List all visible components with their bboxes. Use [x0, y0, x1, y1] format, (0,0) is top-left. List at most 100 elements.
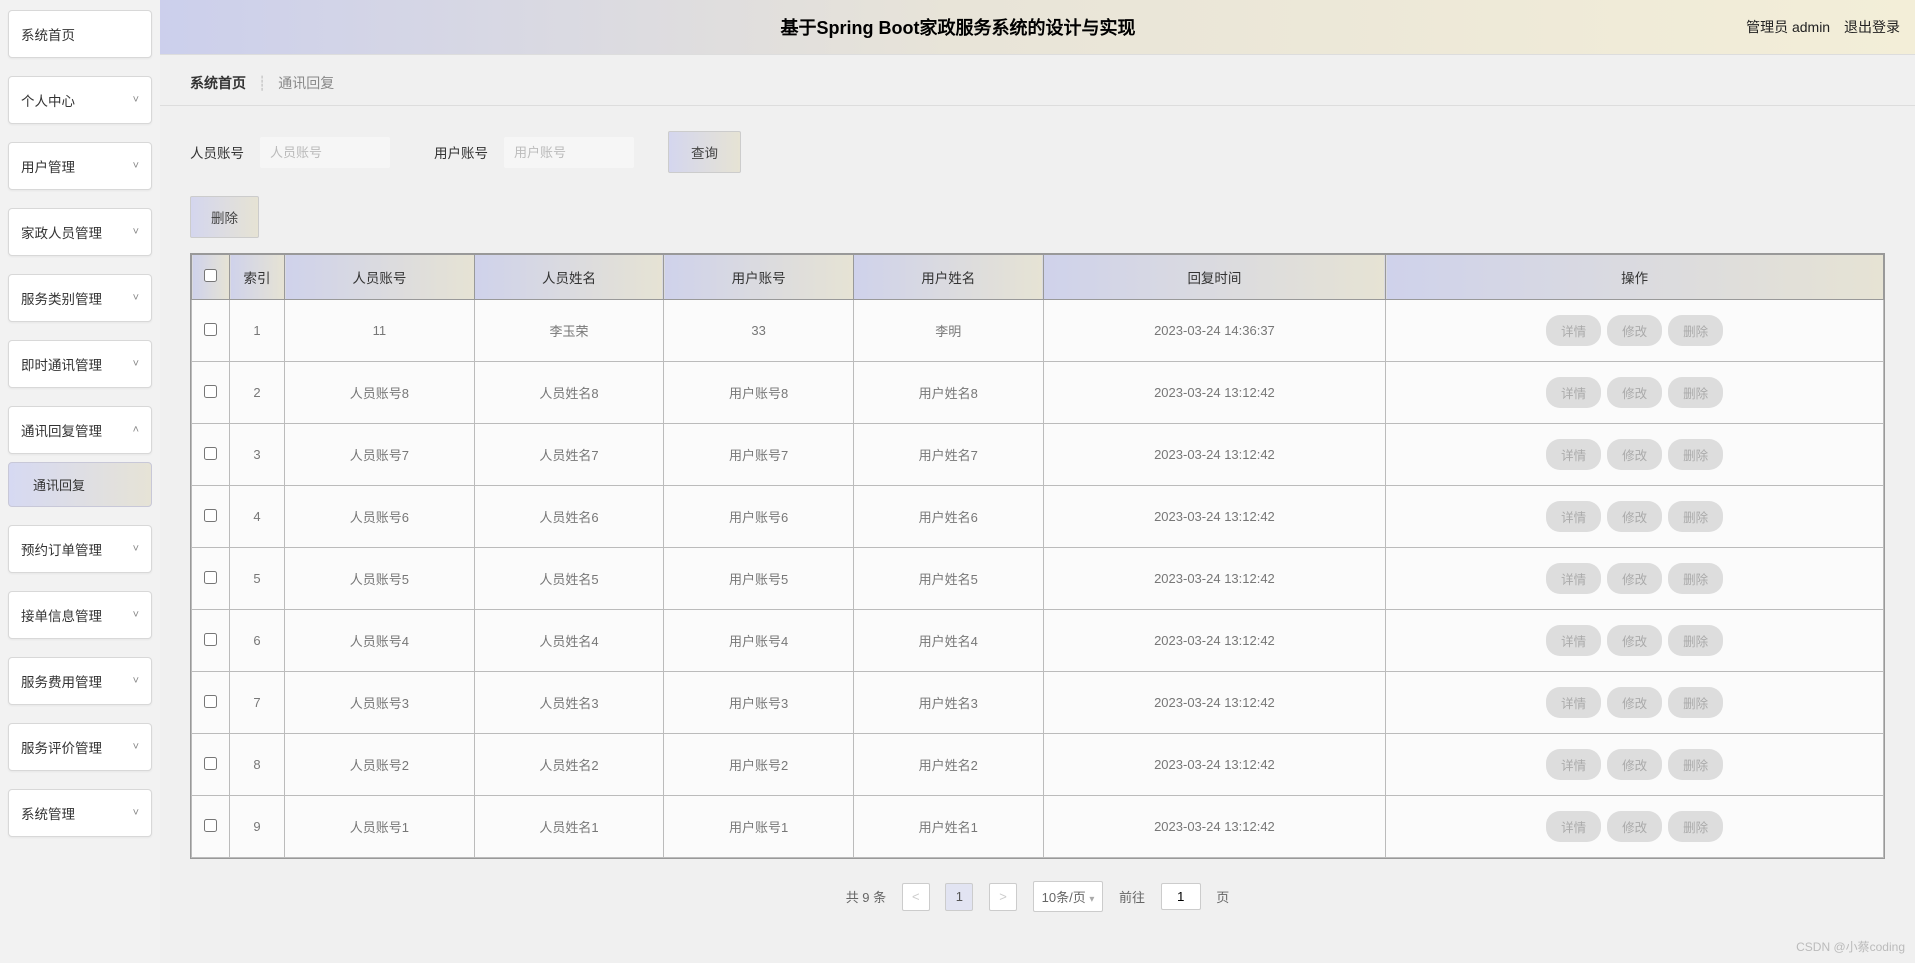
sidebar-item-label: 预约订单管理 — [21, 539, 102, 559]
detail-button[interactable]: 详情 — [1546, 315, 1601, 346]
sidebar-item-4[interactable]: 服务类别管理˅ — [8, 274, 152, 322]
select-all-checkbox[interactable] — [204, 269, 217, 282]
delete-button[interactable]: 删除 — [1668, 811, 1723, 842]
detail-button[interactable]: 详情 — [1546, 377, 1601, 408]
prev-page-button[interactable]: < — [902, 883, 930, 911]
detail-button[interactable]: 详情 — [1546, 563, 1601, 594]
cell-user_acc: 用户账号4 — [664, 610, 854, 672]
page-size-select[interactable]: 10条/页 ▾ — [1033, 881, 1104, 912]
cell-staff_name: 人员姓名5 — [474, 548, 664, 610]
bulk-delete-button[interactable]: 删除 — [190, 196, 259, 238]
cell-actions: 详情修改删除 — [1386, 672, 1884, 734]
row-checkbox[interactable] — [204, 509, 217, 522]
table-row: 111李玉荣33李明2023-03-24 14:36:37详情修改删除 — [192, 300, 1884, 362]
delete-button[interactable]: 删除 — [1668, 377, 1723, 408]
edit-button[interactable]: 修改 — [1607, 687, 1662, 718]
sidebar-item-10[interactable]: 服务评价管理˅ — [8, 723, 152, 771]
row-checkbox[interactable] — [204, 447, 217, 460]
cell-idx: 6 — [230, 610, 285, 672]
delete-button[interactable]: 删除 — [1668, 315, 1723, 346]
row-checkbox[interactable] — [204, 385, 217, 398]
sidebar-item-5[interactable]: 即时通讯管理˅ — [8, 340, 152, 388]
cell-time: 2023-03-24 13:12:42 — [1043, 548, 1386, 610]
chevron-down-icon: ˅ — [133, 807, 139, 819]
sidebar-item-1[interactable]: 个人中心 ˅ — [8, 76, 152, 124]
detail-button[interactable]: 详情 — [1546, 811, 1601, 842]
cell-staff_name: 人员姓名2 — [474, 734, 664, 796]
pagination: 共 9 条 < 1 > 10条/页 ▾ 前往 页 — [160, 869, 1915, 932]
row-checkbox[interactable] — [204, 571, 217, 584]
chevron-up-icon: ˄ — [133, 424, 139, 436]
row-checkbox[interactable] — [204, 757, 217, 770]
cell-user_acc: 33 — [664, 300, 854, 362]
page-number-1[interactable]: 1 — [945, 883, 973, 911]
table-row: 7人员账号3人员姓名3用户账号3用户姓名32023-03-24 13:12:42… — [192, 672, 1884, 734]
cell-actions: 详情修改删除 — [1386, 610, 1884, 672]
table-row: 2人员账号8人员姓名8用户账号8用户姓名82023-03-24 13:12:42… — [192, 362, 1884, 424]
cell-actions: 详情修改删除 — [1386, 486, 1884, 548]
cell-idx: 1 — [230, 300, 285, 362]
sidebar: 系统首页个人中心 ˅ 用户管理˅ 家政人员管理˅ 服务类别管理˅ 即时通讯管理˅ 通讯回复管… — [0, 0, 160, 963]
sidebar-submenu-item[interactable]: 通讯回复 — [8, 462, 152, 507]
delete-button[interactable]: 删除 — [1668, 687, 1723, 718]
edit-button[interactable]: 修改 — [1607, 625, 1662, 656]
cell-time: 2023-03-24 13:12:42 — [1043, 362, 1386, 424]
sidebar-item-label: 个人中心 — [21, 90, 75, 110]
edit-button[interactable]: 修改 — [1607, 811, 1662, 842]
edit-button[interactable]: 修改 — [1607, 439, 1662, 470]
logout-link[interactable]: 退出登录 — [1844, 19, 1900, 35]
cell-idx: 4 — [230, 486, 285, 548]
delete-button[interactable]: 删除 — [1668, 625, 1723, 656]
goto-page-input[interactable] — [1161, 883, 1201, 910]
cell-time: 2023-03-24 13:12:42 — [1043, 424, 1386, 486]
query-button[interactable]: 查询 — [668, 131, 741, 173]
cell-staff_acc: 人员账号4 — [285, 610, 475, 672]
cell-staff_acc: 人员账号6 — [285, 486, 475, 548]
sidebar-item-8[interactable]: 接单信息管理˅ — [8, 591, 152, 639]
edit-button[interactable]: 修改 — [1607, 501, 1662, 532]
cell-user_name: 用户姓名7 — [853, 424, 1043, 486]
sidebar-item-3[interactable]: 家政人员管理˅ — [8, 208, 152, 256]
cell-actions: 详情修改删除 — [1386, 424, 1884, 486]
sidebar-item-0[interactable]: 系统首页 — [8, 10, 152, 58]
detail-button[interactable]: 详情 — [1546, 625, 1601, 656]
sidebar-item-label: 服务评价管理 — [21, 737, 102, 757]
chevron-down-icon: ▾ — [1089, 894, 1094, 905]
row-checkbox[interactable] — [204, 695, 217, 708]
edit-button[interactable]: 修改 — [1607, 377, 1662, 408]
breadcrumb-home[interactable]: 系统首页 — [190, 75, 246, 91]
cell-staff_name: 人员姓名3 — [474, 672, 664, 734]
sidebar-item-2[interactable]: 用户管理˅ — [8, 142, 152, 190]
col-header-3: 用户账号 — [664, 255, 854, 300]
user-filter-input[interactable] — [504, 137, 634, 168]
cell-staff_acc: 11 — [285, 300, 475, 362]
breadcrumb: 系统首页 ┊ 通讯回复 — [160, 55, 1915, 106]
delete-button[interactable]: 删除 — [1668, 563, 1723, 594]
delete-button[interactable]: 删除 — [1668, 501, 1723, 532]
sidebar-item-11[interactable]: 系统管理˅ — [8, 789, 152, 837]
app-title: 基于Spring Boot家政服务系统的设计与实现 — [180, 14, 1736, 40]
edit-button[interactable]: 修改 — [1607, 315, 1662, 346]
delete-button[interactable]: 删除 — [1668, 749, 1723, 780]
main-content: 系统首页 ┊ 通讯回复 人员账号 用户账号 查询 删除 索引人员账号人员姓名用户… — [160, 55, 1915, 932]
sidebar-item-6[interactable]: 通讯回复管理˄ — [8, 406, 152, 454]
detail-button[interactable]: 详情 — [1546, 749, 1601, 780]
detail-button[interactable]: 详情 — [1546, 501, 1601, 532]
detail-button[interactable]: 详情 — [1546, 687, 1601, 718]
row-checkbox[interactable] — [204, 819, 217, 832]
cell-time: 2023-03-24 13:12:42 — [1043, 796, 1386, 858]
detail-button[interactable]: 详情 — [1546, 439, 1601, 470]
delete-button[interactable]: 删除 — [1668, 439, 1723, 470]
edit-button[interactable]: 修改 — [1607, 749, 1662, 780]
next-page-button[interactable]: > — [989, 883, 1017, 911]
sidebar-item-9[interactable]: 服务费用管理˅ — [8, 657, 152, 705]
user-role-label[interactable]: 管理员 admin — [1746, 19, 1830, 35]
chevron-down-icon: ˅ — [133, 94, 139, 106]
staff-filter-input[interactable] — [260, 137, 390, 168]
row-checkbox[interactable] — [204, 323, 217, 336]
cell-idx: 3 — [230, 424, 285, 486]
breadcrumb-current: 通讯回复 — [278, 75, 334, 91]
row-checkbox[interactable] — [204, 633, 217, 646]
sidebar-item-7[interactable]: 预约订单管理˅ — [8, 525, 152, 573]
edit-button[interactable]: 修改 — [1607, 563, 1662, 594]
